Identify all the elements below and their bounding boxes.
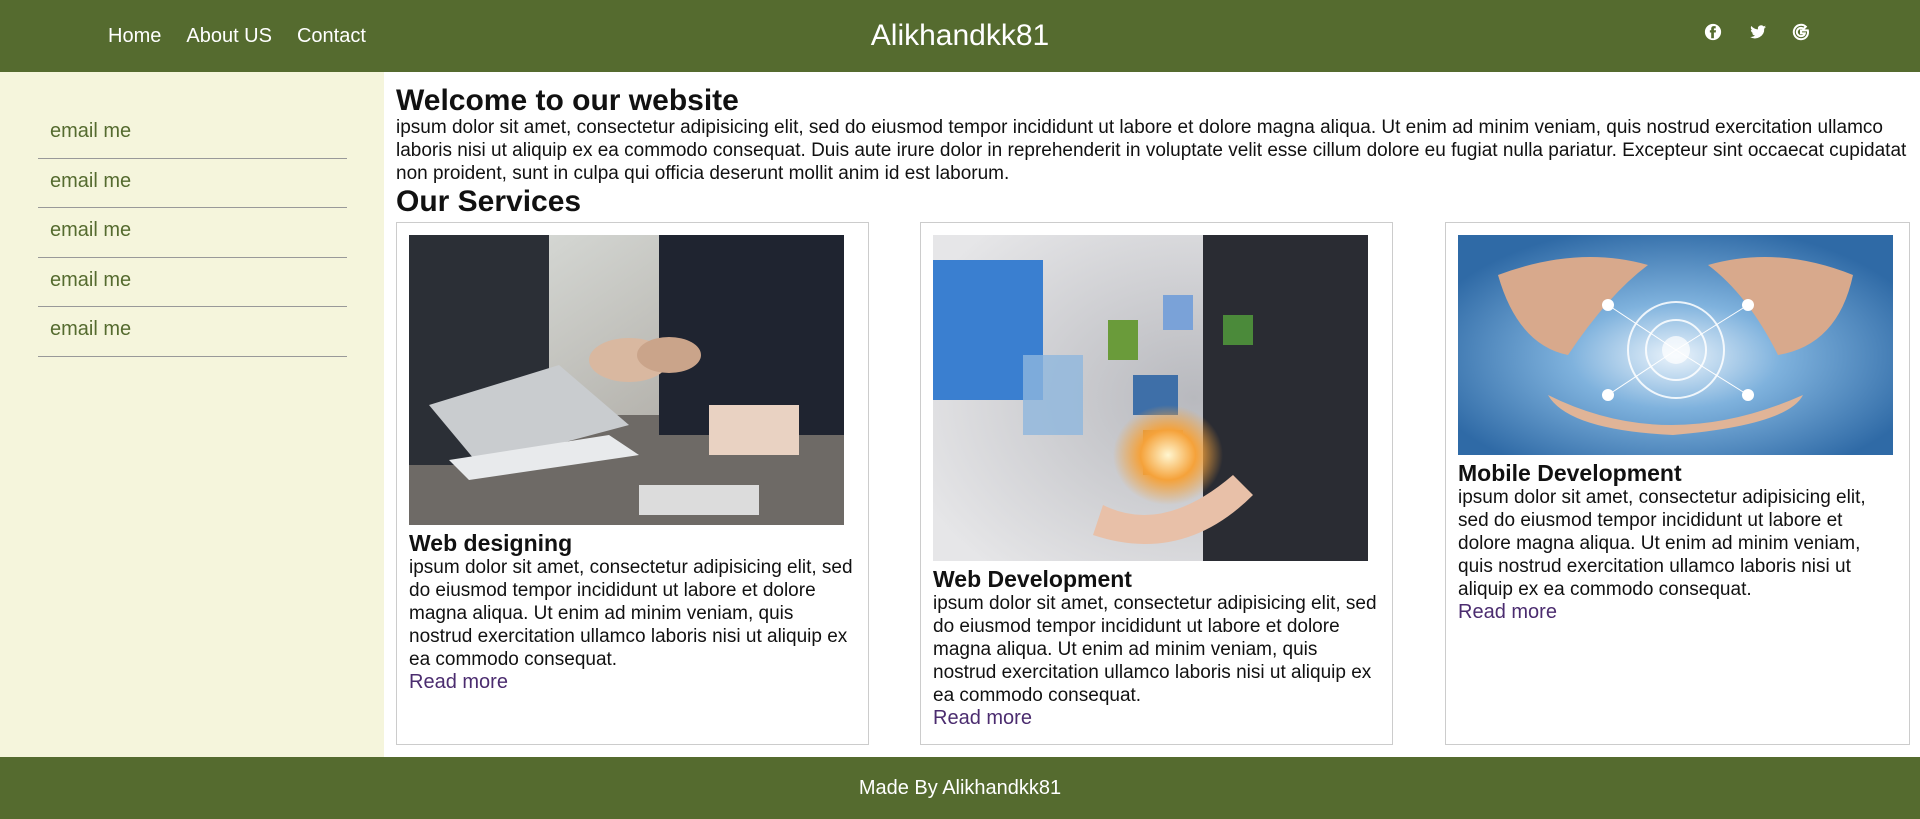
sidebar-item-email[interactable]: email me <box>38 159 347 208</box>
nav-contact-link[interactable]: Contact <box>297 25 366 48</box>
sidebar-item-email[interactable]: email me <box>38 208 347 258</box>
nav-about-link[interactable]: About US <box>186 25 272 48</box>
site-header: Home About US Contact Alikhandkk81 <box>0 0 1920 72</box>
service-description: ipsum dolor sit amet, consectetur adipis… <box>409 557 853 670</box>
twitter-icon[interactable] <box>1748 23 1768 43</box>
service-card-mobile-development: Mobile Development ipsum dolor sit amet,… <box>1445 222 1910 745</box>
service-card-web-development: Web Development ipsum dolor sit amet, co… <box>920 222 1393 745</box>
social-links <box>1704 0 1812 66</box>
main-nav: Home About US Contact <box>108 0 366 72</box>
nav-home-link[interactable]: Home <box>108 25 161 48</box>
service-card-web-designing: Web designing ipsum dolor sit amet, cons… <box>396 222 869 745</box>
services-heading: Our Services <box>396 185 582 218</box>
handshake-photo <box>409 235 844 525</box>
sidebar-item-email[interactable]: email me <box>38 109 347 159</box>
facebook-icon[interactable] <box>1704 23 1724 43</box>
site-footer: Made By Alikhandkk81 <box>0 757 1920 819</box>
service-description: ipsum dolor sit amet, consectetur adipis… <box>933 593 1377 706</box>
read-more-link[interactable]: Read more <box>1458 601 1557 624</box>
welcome-paragraph: ipsum dolor sit amet, consectetur adipis… <box>396 117 1907 184</box>
footer-text: Made By Alikhandkk81 <box>858 776 1062 799</box>
service-description: ipsum dolor sit amet, consectetur adipis… <box>1458 487 1866 600</box>
read-more-link[interactable]: Read more <box>933 707 1032 730</box>
read-more-link[interactable]: Read more <box>409 671 508 694</box>
service-title: Web designing <box>409 530 573 556</box>
welcome-heading: Welcome to our website <box>396 84 739 117</box>
media-screens-photo <box>933 235 1368 561</box>
sidebar: email me email me email me email me emai… <box>0 72 384 757</box>
globe-network-photo <box>1458 235 1893 455</box>
sidebar-item-email[interactable]: email me <box>38 307 347 357</box>
sidebar-item-email[interactable]: email me <box>38 258 347 307</box>
main-content: Welcome to our website ipsum dolor sit a… <box>396 72 1910 757</box>
google-icon[interactable] <box>1792 23 1812 43</box>
service-title: Web Development <box>933 566 1132 592</box>
service-title: Mobile Development <box>1458 460 1682 486</box>
